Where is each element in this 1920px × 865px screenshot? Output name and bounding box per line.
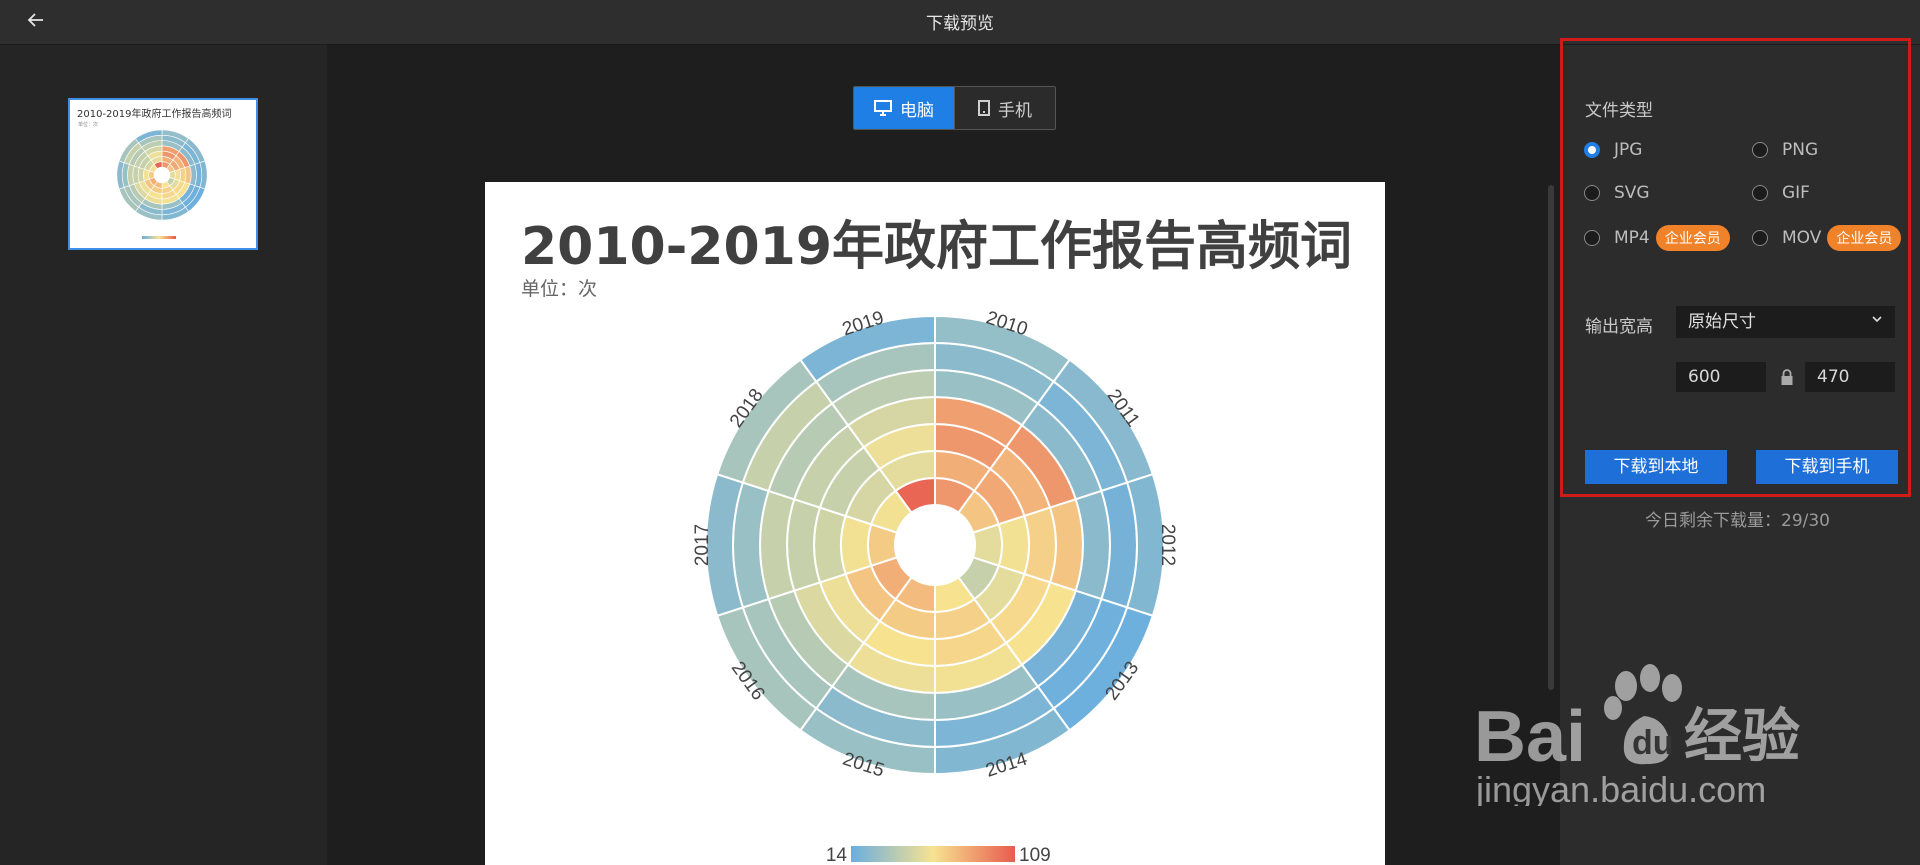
heatmap-cell xyxy=(1023,506,1057,584)
heatmap-cell xyxy=(137,167,145,183)
page-title: 下载预览 xyxy=(926,14,994,34)
radial-heatmap: 2010201120122013201420152016201720182019… xyxy=(692,307,1178,865)
radio-label: SVG xyxy=(1614,183,1650,203)
radio-mp4[interactable]: MP4 企业会员 xyxy=(1584,225,1730,251)
height-input[interactable]: 470 xyxy=(1805,362,1895,392)
heatmap-cell xyxy=(997,514,1030,576)
radio-indicator xyxy=(1752,185,1768,201)
size-select-value: 原始尺寸 xyxy=(1688,312,1756,332)
heatmap-cell xyxy=(174,168,181,182)
heatmap-cell xyxy=(813,506,847,584)
radio-mov[interactable]: MOV 企业会员 xyxy=(1752,225,1902,251)
radio-indicator xyxy=(1752,142,1768,158)
chart-preview: 2010-2019年政府工作报告高频词 单位：次 2010 2011 2012 201… xyxy=(485,182,1385,865)
preview-area: 电脑 手机 2010-2019年政府工作报告高频词 单位：次 2010 2011 2… xyxy=(327,45,1560,865)
thumbnail-legend xyxy=(142,236,176,239)
size-select[interactable]: 原始尺寸 xyxy=(1676,306,1895,338)
enterprise-badge: 企业会员 xyxy=(1827,225,1902,251)
svg-text:jingyan.baidu.com: jingyan.baidu.com xyxy=(1475,769,1766,806)
year-label: 2012 xyxy=(1157,524,1178,566)
radio-indicator xyxy=(1752,230,1768,246)
svg-text:Bai: Bai xyxy=(1474,697,1586,777)
phone-view-button[interactable]: 手机 xyxy=(954,87,1055,129)
heatmap-cell xyxy=(179,167,187,183)
preview-scrollbar[interactable] xyxy=(1548,185,1554,690)
lock-icon[interactable] xyxy=(1780,368,1794,386)
radio-indicator xyxy=(1584,230,1600,246)
download-local-button[interactable]: 下载到本地 xyxy=(1585,450,1727,484)
monitor-icon xyxy=(874,100,892,116)
svg-text:经验: 经验 xyxy=(1684,702,1800,770)
width-input[interactable]: 600 xyxy=(1676,362,1766,392)
legend-min-label: 14 xyxy=(826,845,848,865)
thumbnail-panel: 2010-2019年政府工作报告高频词 单位：次 xyxy=(0,45,327,865)
year-label: 2017 xyxy=(692,524,713,566)
radio-gif[interactable]: GIF xyxy=(1752,183,1810,203)
device-toggle: 电脑 手机 xyxy=(853,86,1056,130)
radio-label: JPG xyxy=(1614,140,1643,160)
chevron-down-icon xyxy=(1871,306,1883,338)
heatmap-cell xyxy=(840,514,873,576)
download-phone-button[interactable]: 下载到手机 xyxy=(1756,450,1898,484)
legend-gradient-bar xyxy=(851,846,1015,862)
radio-label: PNG xyxy=(1782,140,1819,160)
file-type-label: 文件类型 xyxy=(1585,101,1653,121)
radio-label: MOV xyxy=(1782,228,1822,248)
computer-view-button[interactable]: 电脑 xyxy=(854,87,954,129)
output-size-label: 输出宽高 xyxy=(1585,317,1653,337)
svg-text:du: du xyxy=(1632,724,1674,762)
enterprise-badge: 企业会员 xyxy=(1655,225,1730,251)
radio-label: GIF xyxy=(1782,183,1810,203)
phone-icon xyxy=(978,100,990,116)
legend-max-label: 109 xyxy=(1019,845,1051,865)
radio-indicator xyxy=(1584,185,1600,201)
page-thumbnail[interactable]: 2010-2019年政府工作报告高频词 单位：次 xyxy=(68,98,258,250)
phone-label: 手机 xyxy=(998,100,1032,121)
radio-label: MP4 xyxy=(1614,228,1650,248)
thumbnail-title: 2010-2019年政府工作报告高频词 xyxy=(77,109,232,120)
baidu-watermark-logo: Bai du 经验 jingyan.baidu.com xyxy=(1474,664,1800,806)
remaining-downloads: 今日剩余下载量：29/30 xyxy=(1645,511,1830,531)
radio-jpg[interactable]: JPG xyxy=(1584,140,1642,160)
radio-svg[interactable]: SVG xyxy=(1584,183,1650,203)
thumbnail-subtitle: 单位：次 xyxy=(78,122,99,128)
heatmap-cell xyxy=(143,168,150,182)
radio-png[interactable]: PNG xyxy=(1752,140,1818,160)
radio-indicator xyxy=(1584,142,1600,158)
computer-label: 电脑 xyxy=(900,100,934,121)
